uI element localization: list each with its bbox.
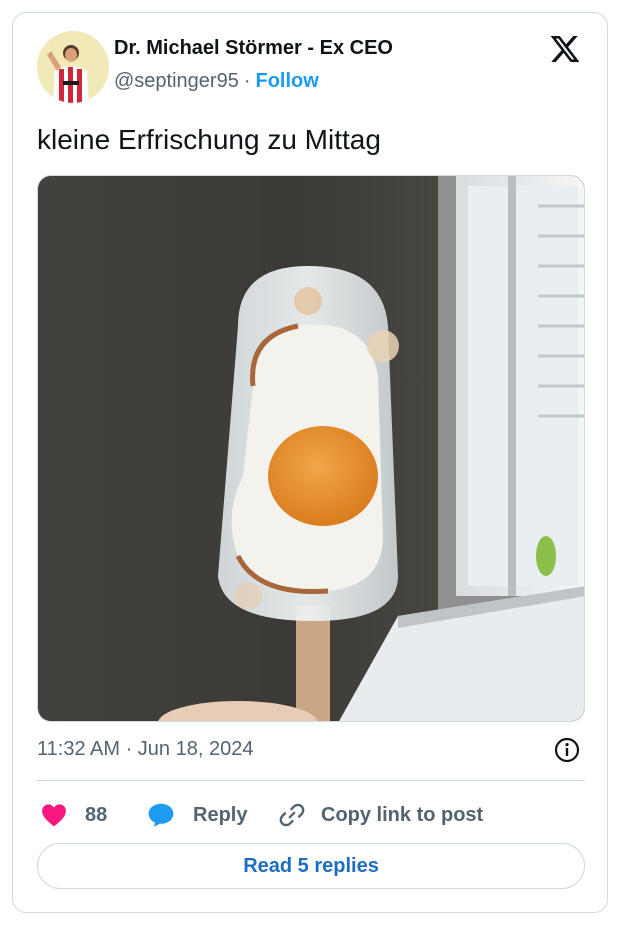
reply-label: Reply [193, 803, 248, 826]
x-logo-icon[interactable] [549, 33, 581, 65]
copy-link-button[interactable]: Copy link to post [279, 795, 483, 835]
like-button[interactable]: 88 [41, 795, 107, 835]
author-meta: @septinger95 · Follow [114, 70, 319, 93]
read-replies-label: Read 5 replies [243, 854, 379, 877]
author-name[interactable]: Dr. Michael Störmer - Ex CEO [114, 37, 393, 60]
heart-icon [42, 804, 66, 827]
avatar[interactable] [37, 31, 109, 103]
divider [37, 780, 585, 781]
info-icon[interactable] [553, 736, 581, 764]
read-replies-button[interactable]: Read 5 replies [37, 843, 585, 889]
copy-link-label: Copy link to post [321, 803, 484, 826]
tweet-timestamp[interactable]: 11:32 AM · Jun 18, 2024 [37, 738, 253, 761]
action-bar: 88 Reply Copy link to post [37, 795, 585, 835]
reply-button[interactable]: Reply [147, 795, 247, 835]
follow-button[interactable]: Follow [256, 70, 319, 92]
tweet-card: Dr. Michael Störmer - Ex CEO @septinger9… [12, 12, 608, 913]
like-count: 88 [85, 803, 108, 826]
author-handle[interactable]: @septinger95 [114, 70, 239, 92]
tweet-photo[interactable] [37, 175, 585, 722]
handle-separator: · [243, 70, 251, 92]
speech-bubble-icon [148, 803, 174, 827]
tweet-text: kleine Erfrischung zu Mittag [37, 124, 381, 155]
link-icon [279, 803, 305, 827]
